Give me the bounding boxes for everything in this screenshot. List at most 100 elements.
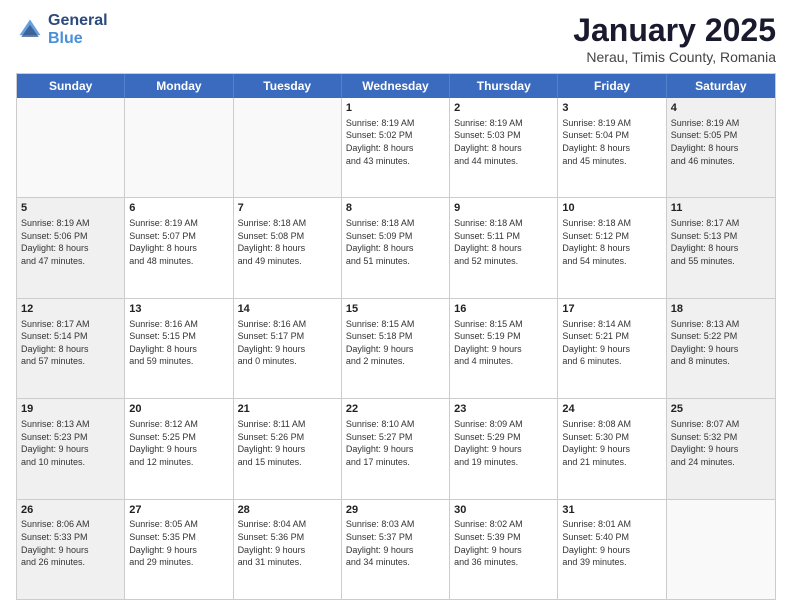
calendar-body: 1Sunrise: 8:19 AM Sunset: 5:02 PM Daylig…: [17, 98, 775, 599]
cell-info: Sunrise: 8:01 AM Sunset: 5:40 PM Dayligh…: [562, 518, 661, 568]
weekday-header: Tuesday: [234, 74, 342, 98]
cell-info: Sunrise: 8:19 AM Sunset: 5:03 PM Dayligh…: [454, 117, 553, 167]
day-number: 5: [21, 201, 120, 216]
cell-info: Sunrise: 8:13 AM Sunset: 5:22 PM Dayligh…: [671, 318, 771, 368]
calendar-row: 19Sunrise: 8:13 AM Sunset: 5:23 PM Dayli…: [17, 398, 775, 498]
calendar-cell: 5Sunrise: 8:19 AM Sunset: 5:06 PM Daylig…: [17, 198, 125, 297]
cell-info: Sunrise: 8:18 AM Sunset: 5:08 PM Dayligh…: [238, 217, 337, 267]
calendar-cell: 6Sunrise: 8:19 AM Sunset: 5:07 PM Daylig…: [125, 198, 233, 297]
cell-info: Sunrise: 8:14 AM Sunset: 5:21 PM Dayligh…: [562, 318, 661, 368]
cell-info: Sunrise: 8:19 AM Sunset: 5:06 PM Dayligh…: [21, 217, 120, 267]
cell-info: Sunrise: 8:13 AM Sunset: 5:23 PM Dayligh…: [21, 418, 120, 468]
day-number: 30: [454, 503, 553, 518]
logo-blue: Blue: [48, 30, 108, 48]
calendar-cell: 19Sunrise: 8:13 AM Sunset: 5:23 PM Dayli…: [17, 399, 125, 498]
cell-info: Sunrise: 8:19 AM Sunset: 5:04 PM Dayligh…: [562, 117, 661, 167]
logo-general: General: [48, 12, 108, 30]
cell-info: Sunrise: 8:19 AM Sunset: 5:05 PM Dayligh…: [671, 117, 771, 167]
cell-info: Sunrise: 8:04 AM Sunset: 5:36 PM Dayligh…: [238, 518, 337, 568]
day-number: 4: [671, 101, 771, 116]
day-number: 26: [21, 503, 120, 518]
cell-info: Sunrise: 8:07 AM Sunset: 5:32 PM Dayligh…: [671, 418, 771, 468]
day-number: 12: [21, 302, 120, 317]
calendar-cell: [234, 98, 342, 197]
day-number: 17: [562, 302, 661, 317]
calendar-cell: 7Sunrise: 8:18 AM Sunset: 5:08 PM Daylig…: [234, 198, 342, 297]
cell-info: Sunrise: 8:08 AM Sunset: 5:30 PM Dayligh…: [562, 418, 661, 468]
calendar-cell: 4Sunrise: 8:19 AM Sunset: 5:05 PM Daylig…: [667, 98, 775, 197]
calendar-cell: 10Sunrise: 8:18 AM Sunset: 5:12 PM Dayli…: [558, 198, 666, 297]
weekday-header: Wednesday: [342, 74, 450, 98]
calendar-cell: 14Sunrise: 8:16 AM Sunset: 5:17 PM Dayli…: [234, 299, 342, 398]
calendar-cell: 3Sunrise: 8:19 AM Sunset: 5:04 PM Daylig…: [558, 98, 666, 197]
day-number: 1: [346, 101, 445, 116]
calendar-cell: 28Sunrise: 8:04 AM Sunset: 5:36 PM Dayli…: [234, 500, 342, 599]
day-number: 18: [671, 302, 771, 317]
calendar-row: 5Sunrise: 8:19 AM Sunset: 5:06 PM Daylig…: [17, 197, 775, 297]
page: General Blue January 2025 Nerau, Timis C…: [0, 0, 792, 612]
day-number: 6: [129, 201, 228, 216]
cell-info: Sunrise: 8:18 AM Sunset: 5:12 PM Dayligh…: [562, 217, 661, 267]
calendar-cell: 21Sunrise: 8:11 AM Sunset: 5:26 PM Dayli…: [234, 399, 342, 498]
cell-info: Sunrise: 8:05 AM Sunset: 5:35 PM Dayligh…: [129, 518, 228, 568]
calendar-row: 26Sunrise: 8:06 AM Sunset: 5:33 PM Dayli…: [17, 499, 775, 599]
day-number: 3: [562, 101, 661, 116]
calendar-cell: 27Sunrise: 8:05 AM Sunset: 5:35 PM Dayli…: [125, 500, 233, 599]
calendar-cell: [17, 98, 125, 197]
calendar-cell: 9Sunrise: 8:18 AM Sunset: 5:11 PM Daylig…: [450, 198, 558, 297]
calendar-cell: 31Sunrise: 8:01 AM Sunset: 5:40 PM Dayli…: [558, 500, 666, 599]
subtitle: Nerau, Timis County, Romania: [573, 49, 776, 65]
cell-info: Sunrise: 8:11 AM Sunset: 5:26 PM Dayligh…: [238, 418, 337, 468]
weekday-header: Sunday: [17, 74, 125, 98]
day-number: 22: [346, 402, 445, 417]
header: General Blue January 2025 Nerau, Timis C…: [16, 12, 776, 65]
calendar-cell: 24Sunrise: 8:08 AM Sunset: 5:30 PM Dayli…: [558, 399, 666, 498]
day-number: 8: [346, 201, 445, 216]
weekday-header: Saturday: [667, 74, 775, 98]
day-number: 31: [562, 503, 661, 518]
day-number: 13: [129, 302, 228, 317]
title-block: January 2025 Nerau, Timis County, Romani…: [573, 12, 776, 65]
logo: General Blue: [16, 12, 108, 47]
weekday-header: Monday: [125, 74, 233, 98]
cell-info: Sunrise: 8:06 AM Sunset: 5:33 PM Dayligh…: [21, 518, 120, 568]
calendar-header: SundayMondayTuesdayWednesdayThursdayFrid…: [17, 74, 775, 98]
calendar-cell: 17Sunrise: 8:14 AM Sunset: 5:21 PM Dayli…: [558, 299, 666, 398]
day-number: 11: [671, 201, 771, 216]
calendar-cell: 8Sunrise: 8:18 AM Sunset: 5:09 PM Daylig…: [342, 198, 450, 297]
logo-text: General Blue: [48, 12, 108, 47]
cell-info: Sunrise: 8:17 AM Sunset: 5:13 PM Dayligh…: [671, 217, 771, 267]
day-number: 10: [562, 201, 661, 216]
day-number: 25: [671, 402, 771, 417]
cell-info: Sunrise: 8:09 AM Sunset: 5:29 PM Dayligh…: [454, 418, 553, 468]
calendar-cell: 22Sunrise: 8:10 AM Sunset: 5:27 PM Dayli…: [342, 399, 450, 498]
day-number: 23: [454, 402, 553, 417]
weekday-header: Friday: [558, 74, 666, 98]
calendar: SundayMondayTuesdayWednesdayThursdayFrid…: [16, 73, 776, 600]
month-title: January 2025: [573, 12, 776, 49]
calendar-cell: 23Sunrise: 8:09 AM Sunset: 5:29 PM Dayli…: [450, 399, 558, 498]
cell-info: Sunrise: 8:17 AM Sunset: 5:14 PM Dayligh…: [21, 318, 120, 368]
calendar-cell: 12Sunrise: 8:17 AM Sunset: 5:14 PM Dayli…: [17, 299, 125, 398]
cell-info: Sunrise: 8:16 AM Sunset: 5:17 PM Dayligh…: [238, 318, 337, 368]
calendar-cell: 26Sunrise: 8:06 AM Sunset: 5:33 PM Dayli…: [17, 500, 125, 599]
calendar-cell: 25Sunrise: 8:07 AM Sunset: 5:32 PM Dayli…: [667, 399, 775, 498]
day-number: 29: [346, 503, 445, 518]
calendar-cell: 20Sunrise: 8:12 AM Sunset: 5:25 PM Dayli…: [125, 399, 233, 498]
cell-info: Sunrise: 8:19 AM Sunset: 5:07 PM Dayligh…: [129, 217, 228, 267]
calendar-cell: [125, 98, 233, 197]
calendar-cell: 15Sunrise: 8:15 AM Sunset: 5:18 PM Dayli…: [342, 299, 450, 398]
day-number: 20: [129, 402, 228, 417]
calendar-cell: 16Sunrise: 8:15 AM Sunset: 5:19 PM Dayli…: [450, 299, 558, 398]
calendar-cell: 18Sunrise: 8:13 AM Sunset: 5:22 PM Dayli…: [667, 299, 775, 398]
cell-info: Sunrise: 8:18 AM Sunset: 5:11 PM Dayligh…: [454, 217, 553, 267]
calendar-cell: 2Sunrise: 8:19 AM Sunset: 5:03 PM Daylig…: [450, 98, 558, 197]
day-number: 27: [129, 503, 228, 518]
day-number: 21: [238, 402, 337, 417]
cell-info: Sunrise: 8:15 AM Sunset: 5:19 PM Dayligh…: [454, 318, 553, 368]
cell-info: Sunrise: 8:12 AM Sunset: 5:25 PM Dayligh…: [129, 418, 228, 468]
day-number: 24: [562, 402, 661, 417]
calendar-row: 1Sunrise: 8:19 AM Sunset: 5:02 PM Daylig…: [17, 98, 775, 197]
weekday-header: Thursday: [450, 74, 558, 98]
cell-info: Sunrise: 8:16 AM Sunset: 5:15 PM Dayligh…: [129, 318, 228, 368]
